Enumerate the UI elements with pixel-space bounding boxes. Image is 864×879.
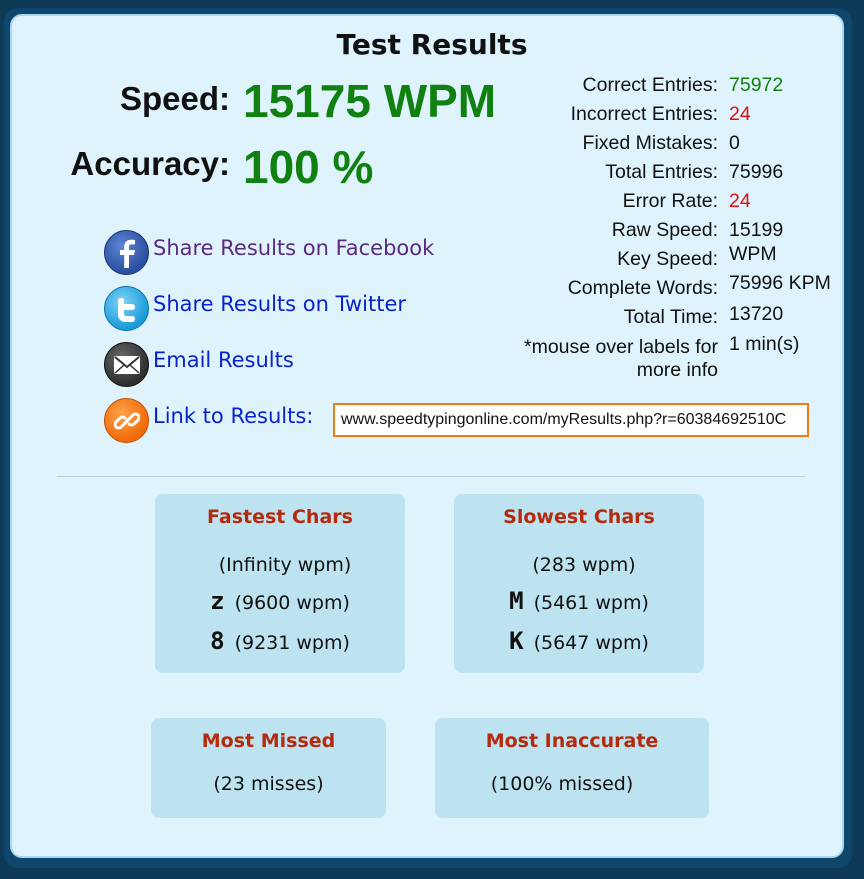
- most-missed-text: (23 misses): [213, 773, 324, 795]
- share-facebook-link[interactable]: Share Results on Facebook: [153, 236, 434, 260]
- twitter-icon[interactable]: [104, 286, 149, 331]
- page-title: Test Results: [336, 28, 528, 61]
- share-twitter-link[interactable]: Share Results on Twitter: [153, 292, 406, 316]
- stat-label[interactable]: Total Entries:: [500, 161, 718, 184]
- slowest-chars-title: Slowest Chars: [503, 506, 655, 528]
- stat-label[interactable]: Incorrect Entries:: [500, 103, 718, 126]
- wpm: (5647 wpm): [533, 632, 649, 654]
- slowest-chars-box: Slowest Chars (283 wpm) M (5461 wpm) K (56…: [454, 494, 704, 673]
- wpm: (9600 wpm): [234, 592, 350, 614]
- stat-value: 0: [729, 132, 740, 154]
- stat-label[interactable]: Error Rate:: [500, 190, 718, 213]
- char: 8: [210, 627, 225, 655]
- stat-value: 75996: [729, 161, 784, 183]
- fastest-row-3: 8 (9231 wpm): [155, 627, 405, 655]
- fastest-chars-box: Fastest Chars (Infinity wpm) z (9600 wpm)…: [155, 494, 405, 673]
- stat-value: 24: [729, 103, 751, 125]
- wpm: (283 wpm): [532, 554, 636, 576]
- most-missed-box: Most Missed (23 misses): [151, 718, 386, 818]
- stat-value: WPM: [729, 243, 777, 265]
- stat-label[interactable]: Total Time:: [500, 306, 718, 329]
- stat-value: 13720: [729, 303, 784, 325]
- chain-link-icon: [104, 398, 149, 443]
- speed-value: 15175 WPM: [243, 75, 497, 127]
- stat-label[interactable]: Raw Speed:: [500, 219, 718, 242]
- stat-value: 75972: [729, 74, 784, 96]
- link-to-results-label: Link to Results:: [153, 404, 314, 428]
- stat-label[interactable]: Key Speed:: [500, 248, 718, 271]
- slowest-row-2: M (5461 wpm): [454, 587, 704, 615]
- most-inaccurate-box: Most Inaccurate (100% missed): [435, 718, 709, 818]
- slowest-row-3: K (5647 wpm): [454, 627, 704, 655]
- char: K: [509, 627, 524, 655]
- most-inaccurate-text: (100% missed): [490, 773, 634, 795]
- mail-icon[interactable]: [104, 342, 149, 387]
- stat-label[interactable]: Fixed Mistakes:: [500, 132, 718, 155]
- facebook-icon[interactable]: [104, 230, 149, 275]
- fastest-row-1: (Infinity wpm): [155, 549, 405, 577]
- stat-label[interactable]: Complete Words:: [500, 277, 718, 300]
- accuracy-label: Accuracy:: [70, 145, 230, 182]
- stat-value: 15199: [729, 219, 784, 241]
- divider: [57, 476, 805, 477]
- email-results-link[interactable]: Email Results: [153, 348, 294, 372]
- accuracy-value: 100 %: [243, 141, 374, 193]
- char: M: [509, 587, 524, 615]
- wpm: (Infinity wpm): [218, 554, 352, 576]
- results-url-field[interactable]: www.speedtypingonline.com/myResults.php?…: [333, 403, 809, 437]
- wpm: (9231 wpm): [234, 632, 350, 654]
- most-missed-title: Most Missed: [201, 730, 336, 752]
- most-inaccurate-title: Most Inaccurate: [485, 730, 659, 752]
- char: z: [210, 587, 225, 615]
- stat-value: 1 min(s): [729, 333, 800, 355]
- fastest-row-2: z (9600 wpm): [155, 587, 405, 615]
- slowest-row-1: (283 wpm): [454, 549, 704, 577]
- stat-value: 75996 KPM: [729, 272, 831, 294]
- stat-value: 24: [729, 190, 751, 212]
- wpm: (5461 wpm): [533, 592, 649, 614]
- stat-label[interactable]: Correct Entries:: [500, 74, 718, 97]
- stat-label: *mouse over labels for more info: [523, 336, 718, 381]
- fastest-chars-title: Fastest Chars: [207, 506, 353, 528]
- speed-label: Speed:: [119, 80, 230, 117]
